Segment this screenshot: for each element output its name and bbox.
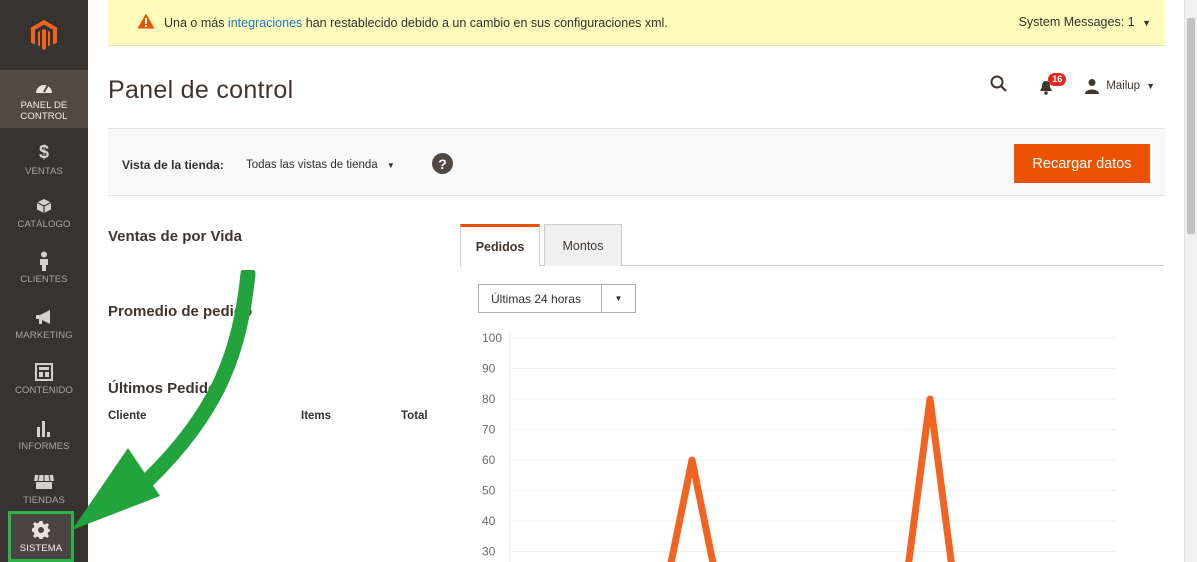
column-header-customer: Cliente	[108, 410, 147, 422]
dollar-icon: $	[38, 142, 50, 162]
system-message-text: Una o más integraciones han restablecido…	[164, 15, 668, 30]
lifetime-sales-heading: Ventas de por Vida	[108, 228, 242, 245]
page-scrollbar[interactable]	[1184, 0, 1197, 562]
store-switcher-bar: Vista de la tienda: Todas las vistas de …	[108, 128, 1165, 196]
reload-data-button[interactable]: Recargar datos	[1014, 144, 1150, 183]
y-tick-label: 40	[482, 514, 496, 528]
tab-amounts[interactable]: Montos	[544, 224, 622, 266]
notifications-badge: 16	[1048, 72, 1067, 86]
order-line-peak	[905, 395, 955, 562]
notifications-button[interactable]: 16	[1038, 72, 1067, 95]
scrollbar-thumb[interactable]	[1187, 18, 1195, 234]
sidebar-item-sales[interactable]: $ VENTAS	[0, 133, 88, 185]
caret-down-icon: ▼	[1142, 18, 1151, 28]
warning-icon	[137, 13, 155, 32]
y-tick-label: 60	[482, 453, 496, 467]
system-message-bar: Una o más integraciones han restablecido…	[108, 0, 1165, 46]
store-view-dropdown[interactable]: Todas las vistas de tienda ▼	[246, 159, 395, 171]
column-header-items: Items	[301, 410, 332, 422]
store-icon	[33, 471, 55, 493]
person-icon	[38, 250, 50, 272]
y-tick-label: 90	[482, 362, 496, 376]
sidebar-item-dashboard[interactable]: PANEL DE CONTROL	[0, 70, 88, 128]
tab-orders[interactable]: Pedidos	[460, 224, 540, 267]
store-view-label: Vista de la tienda:	[122, 158, 224, 172]
orders-chart: 100 90 80 70 60 50 40 30	[482, 331, 1116, 562]
sidebar-item-catalog[interactable]: CATÁLOGO	[0, 186, 88, 238]
gear-icon	[32, 519, 50, 541]
sidebar-item-reports[interactable]: INFORMES	[0, 408, 88, 460]
sidebar-item-content[interactable]: CONTENIDO	[0, 352, 88, 404]
integrations-link[interactable]: integraciones	[228, 16, 302, 30]
y-tick-label: 80	[482, 392, 496, 406]
average-order-heading: Promedio de pedido	[108, 303, 253, 320]
y-tick-label: 100	[482, 331, 502, 345]
header-actions: 16 Mailup ▼	[990, 72, 1155, 96]
magento-logo[interactable]	[0, 0, 88, 70]
caret-down-icon: ▼	[601, 285, 635, 312]
period-select[interactable]: Últimas 24 horas ▼	[478, 284, 636, 313]
y-tick-label: 30	[482, 545, 496, 559]
layout-icon	[35, 361, 53, 383]
sidebar-item-stores[interactable]: TIENDAS	[0, 464, 88, 512]
sidebar: PANEL DE CONTROL $ VENTAS CATÁLOGO CLIEN…	[0, 0, 88, 562]
last-orders-heading: Últimos Pedidos	[108, 380, 226, 397]
chart-tabs: Pedidos Montos	[460, 224, 1164, 267]
sidebar-item-system[interactable]: SISTEMA	[8, 511, 74, 562]
caret-down-icon: ▼	[1146, 80, 1155, 91]
column-header-total: Total	[401, 410, 428, 422]
bar-chart-icon	[36, 417, 52, 439]
y-tick-label: 70	[482, 423, 496, 437]
caret-down-icon: ▼	[386, 161, 395, 170]
cube-icon	[36, 195, 52, 217]
page-title: Panel de control	[108, 76, 294, 104]
search-icon[interactable]	[990, 75, 1008, 96]
system-messages-toggle[interactable]: System Messages: 1 ▼	[1019, 15, 1151, 29]
help-icon[interactable]: ?	[432, 153, 453, 174]
user-icon	[1085, 78, 1100, 94]
sidebar-item-marketing[interactable]: MARKETING	[0, 298, 88, 348]
order-line-peak	[667, 456, 717, 562]
y-tick-label: 50	[482, 484, 496, 498]
sidebar-item-customers[interactable]: CLIENTES	[0, 242, 88, 292]
user-menu[interactable]: Mailup ▼	[1084, 78, 1155, 94]
dashboard-icon	[35, 76, 53, 98]
megaphone-icon	[34, 306, 54, 328]
magento-logo-icon	[31, 20, 57, 50]
